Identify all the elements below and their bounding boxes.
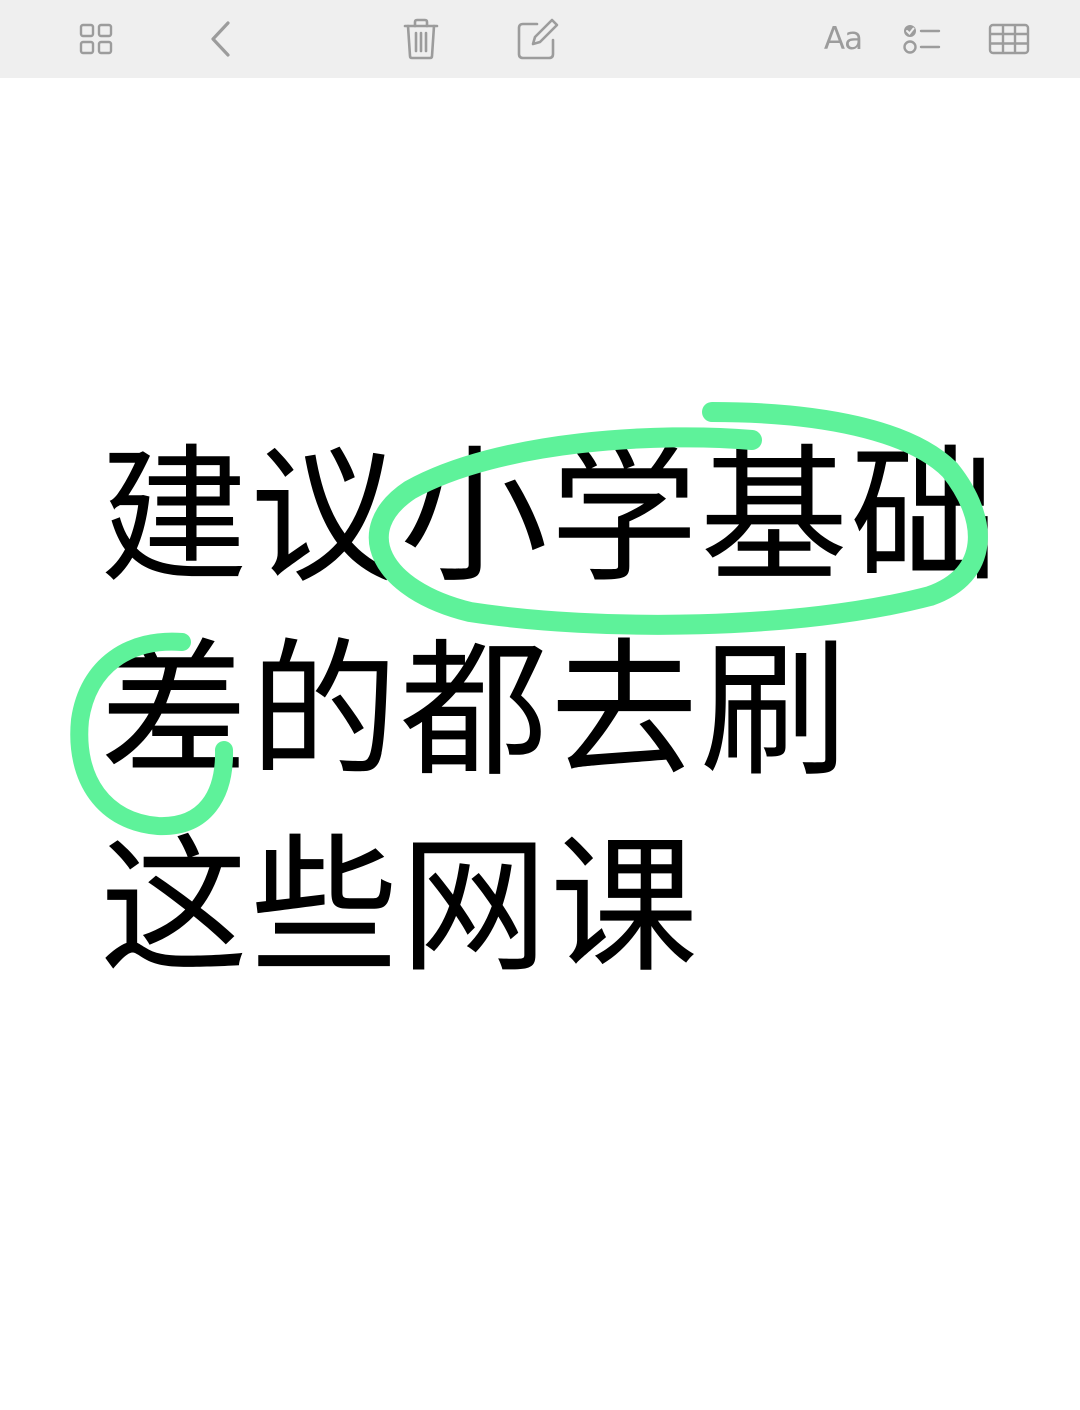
top-toolbar: Aa [0, 0, 1080, 78]
text-format-button[interactable]: Aa [818, 0, 868, 78]
compose-button[interactable] [512, 0, 562, 78]
table-button[interactable] [986, 0, 1032, 78]
text-format-icon: Aa [823, 21, 863, 57]
note-text-line: 这些网课 [100, 821, 700, 993]
delete-button[interactable] [398, 0, 444, 78]
table-icon [988, 23, 1030, 55]
back-chevron-icon [208, 20, 232, 58]
checklist-icon [903, 23, 941, 55]
gallery-grid-icon [79, 23, 113, 55]
checklist-button[interactable] [900, 0, 944, 78]
compose-icon [515, 18, 559, 60]
note-text-line: 建议小学基础 [100, 431, 1000, 603]
note-text-line: 差的都去刷 [100, 625, 850, 797]
back-button[interactable] [200, 0, 240, 78]
gallery-button[interactable] [74, 0, 118, 78]
trash-icon [403, 18, 439, 60]
